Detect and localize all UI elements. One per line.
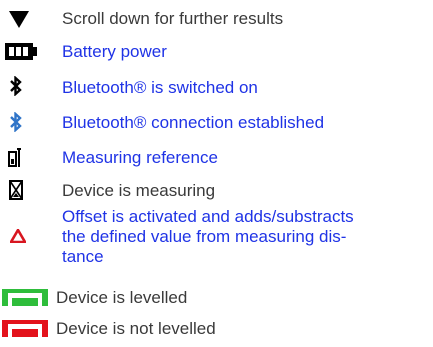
offset-line-3: tance	[62, 247, 104, 266]
legend-link-bluetooth[interactable]: Bluetooth® is switched on	[62, 78, 258, 98]
battery-icon	[5, 43, 37, 60]
legend-text-not-levelled: Device is not levelled	[56, 319, 216, 338]
legend-link-battery[interactable]: Battery power	[62, 42, 167, 62]
triangle-down-icon	[8, 9, 30, 29]
offset-line-1: Offset is activated and adds/substracts	[62, 207, 354, 226]
offset-triangle-icon	[10, 229, 26, 243]
level-green-icon	[2, 289, 48, 306]
legend-text-levelled: Device is levelled	[56, 288, 188, 307]
legend-text-measuring: Device is measuring	[62, 181, 216, 200]
bluetooth-icon	[9, 76, 23, 96]
level-red-icon	[2, 320, 48, 337]
legend-link-offset[interactable]: Offset is activated and adds/substracts …	[62, 207, 422, 267]
offset-line-2: the defined value from measuring dis-	[62, 227, 347, 246]
hourglass-icon	[9, 180, 23, 200]
legend-link-measuring-reference[interactable]: Measuring reference	[62, 148, 218, 168]
legend-text-scroll: Scroll down for further results	[62, 9, 284, 28]
measuring-reference-icon	[8, 146, 22, 168]
bluetooth-connected-icon	[9, 112, 23, 132]
legend-link-bluetooth-connected[interactable]: Bluetooth® connection established	[62, 113, 324, 133]
